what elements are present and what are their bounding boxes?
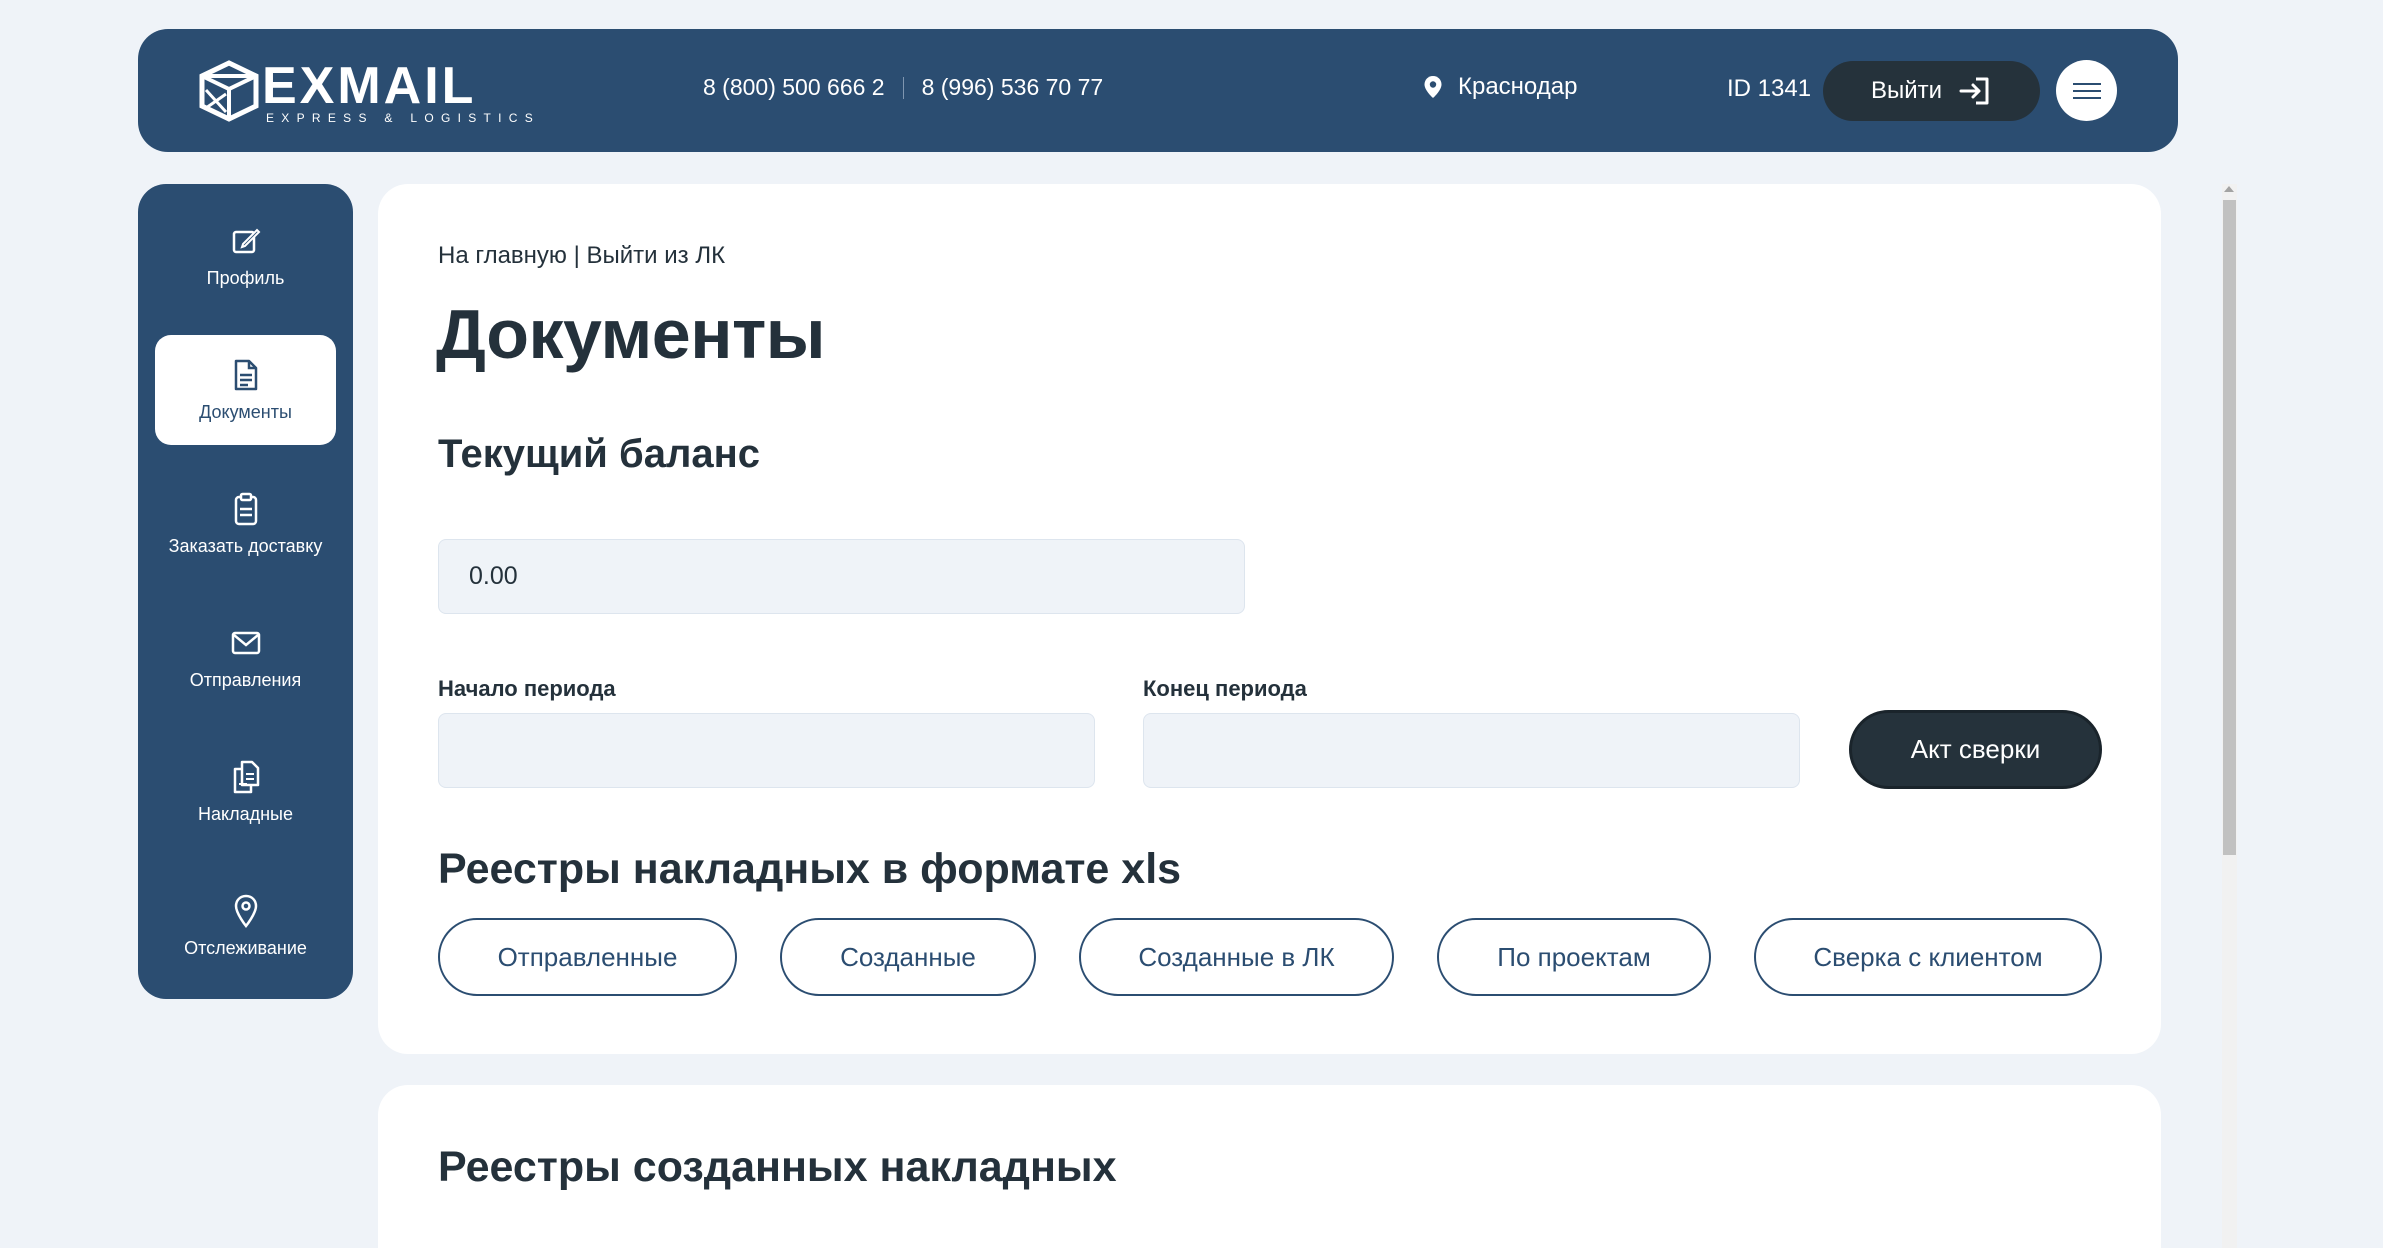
sidebar-nav: Профиль Документы Заказать доставку Отпр… xyxy=(138,184,353,999)
created-registries-heading: Реестры созданных накладных xyxy=(438,1143,1117,1191)
sidebar-item-label: Накладные xyxy=(198,804,293,824)
scroll-up-arrow-icon[interactable] xyxy=(2224,186,2234,192)
balance-heading: Текущий баланс xyxy=(438,432,761,476)
period-end-label: Конец периода xyxy=(1143,676,1307,701)
phone-numbers: 8 (800) 500 666 2 8 (996) 536 70 77 xyxy=(703,74,1103,101)
breadcrumb: На главную | Выйти из ЛК xyxy=(438,242,725,270)
sidebar-item-tracking[interactable]: Отслеживание xyxy=(155,871,336,981)
period-start-label: Начало периода xyxy=(438,676,616,701)
sidebar-item-documents[interactable]: Документы xyxy=(155,335,336,445)
sent-registry-button[interactable]: Отправленные xyxy=(438,918,737,996)
breadcrumb-logout-link[interactable]: Выйти из ЛК xyxy=(587,242,726,269)
sidebar-item-label: Отправления xyxy=(189,670,302,690)
reconciliation-act-button[interactable]: Акт сверки xyxy=(1849,710,2102,789)
hamburger-icon xyxy=(2072,82,2101,99)
sidebar-item-label: Отслеживание xyxy=(184,938,307,958)
clipboard-icon xyxy=(234,492,257,526)
client-reconciliation-button[interactable]: Сверка с клиентом xyxy=(1754,918,2102,996)
login-arrow-icon xyxy=(1959,77,1989,105)
top-header: EXMAIL EXPRESS & LOGISTICS 8 (800) 500 6… xyxy=(138,29,2178,152)
breadcrumb-home-link[interactable]: На главную xyxy=(438,242,567,269)
logout-button[interactable]: Выйти xyxy=(1823,61,2040,121)
page-title: Документы xyxy=(436,295,826,373)
sidebar-item-profile[interactable]: Профиль xyxy=(155,201,336,311)
phone-link-1[interactable]: 8 (800) 500 666 2 xyxy=(703,74,885,101)
logo-cube-icon xyxy=(199,60,259,122)
phone-divider xyxy=(902,76,904,99)
sidebar-item-label: Заказать доставку xyxy=(168,536,323,556)
created-in-account-button[interactable]: Созданные в ЛК xyxy=(1079,918,1394,996)
location-pin-icon xyxy=(234,894,257,928)
phone-link-2[interactable]: 8 (996) 536 70 77 xyxy=(922,74,1104,101)
menu-button[interactable] xyxy=(2056,60,2117,121)
location-pin-icon xyxy=(1424,76,1442,98)
city-name: Краснодар xyxy=(1458,73,1578,100)
edit-icon xyxy=(232,228,260,254)
logout-label: Выйти xyxy=(1870,77,1943,104)
logo-tagline: EXPRESS & LOGISTICS xyxy=(266,111,541,125)
sidebar-item-waybills[interactable]: Накладные xyxy=(155,737,336,847)
period-end-input[interactable] xyxy=(1143,713,1800,788)
user-id: ID 1341 xyxy=(1727,75,1812,102)
envelope-icon xyxy=(231,631,260,655)
sidebar-item-label: Документы xyxy=(199,402,292,422)
created-registries-card: Реестры созданных накладных xyxy=(378,1085,2161,1248)
sidebar-item-shipments[interactable]: Отправления xyxy=(155,603,336,713)
files-icon xyxy=(233,760,259,794)
exmail-logo[interactable]: EXMAIL EXPRESS & LOGISTICS xyxy=(196,57,533,124)
sidebar-item-label: Профиль xyxy=(206,268,285,288)
scrollbar-thumb[interactable] xyxy=(2223,200,2236,855)
documents-card: На главную | Выйти из ЛК Документы Текущ… xyxy=(378,184,2161,1054)
balance-field: 0.00 xyxy=(438,539,1245,614)
document-icon xyxy=(234,359,257,391)
logo-wordmark: EXMAIL xyxy=(262,57,477,115)
period-start-input[interactable] xyxy=(438,713,1095,788)
breadcrumb-separator: | xyxy=(566,242,587,269)
city-selector[interactable]: Краснодар xyxy=(1422,73,1577,101)
created-registry-button[interactable]: Созданные xyxy=(780,918,1036,996)
xls-registry-heading: Реестры накладных в формате xls xyxy=(438,845,1182,893)
by-projects-button[interactable]: По проектам xyxy=(1437,918,1711,996)
sidebar-item-order-delivery[interactable]: Заказать доставку xyxy=(155,469,336,579)
